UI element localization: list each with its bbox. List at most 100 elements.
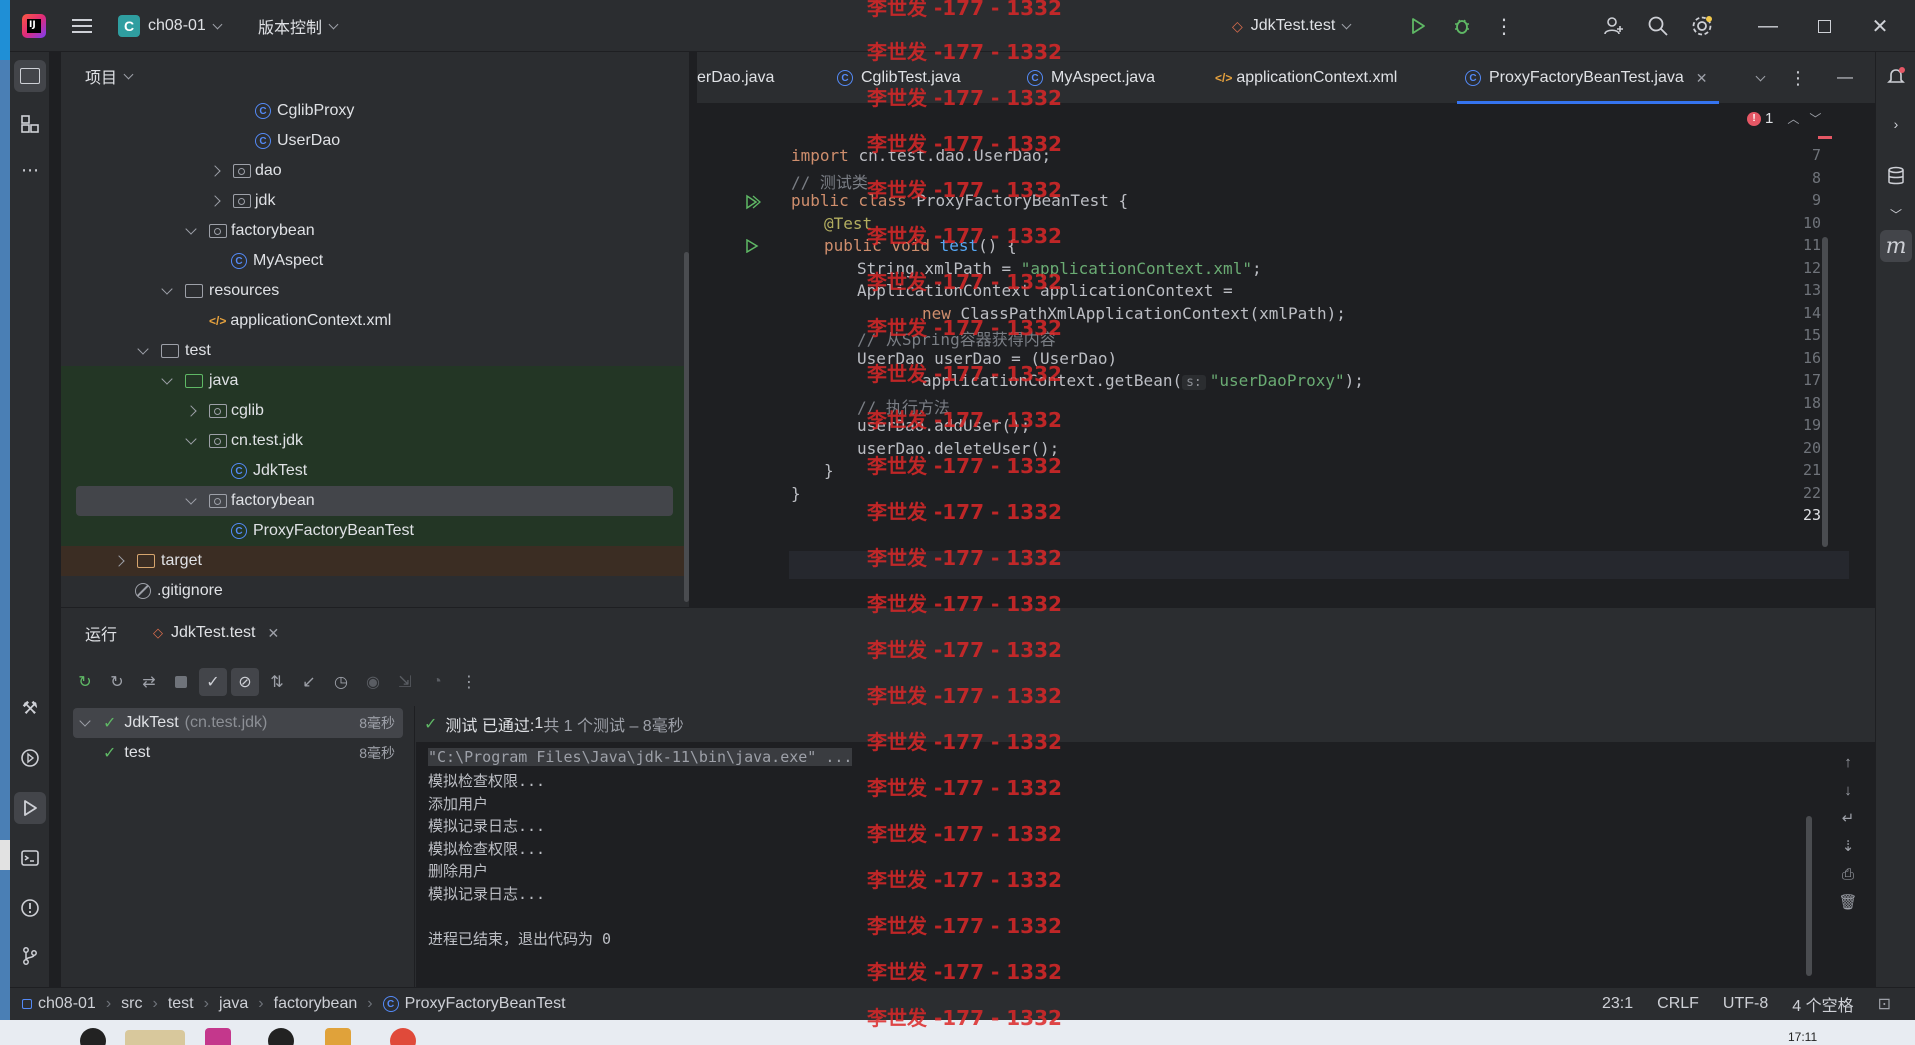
expand-right-button[interactable]: › — [1880, 108, 1912, 140]
show-ignored-button[interactable]: ⊘ — [231, 668, 259, 696]
code-line[interactable]: import cn.test.dao.UserDao; — [791, 146, 1051, 165]
more-tools-button[interactable]: ⋯ — [14, 154, 46, 186]
project-tool-button[interactable] — [14, 60, 46, 92]
close-tab-icon[interactable]: ✕ — [1696, 70, 1708, 87]
run-button[interactable] — [1402, 0, 1434, 52]
tree-item[interactable]: dao — [61, 156, 689, 186]
test-class-row[interactable]: ✓ JdkTest (cn.test.jdk) 8毫秒 — [73, 708, 403, 738]
taskbar-app-icon[interactable] — [205, 1028, 231, 1045]
coverage-button[interactable]: ◔ — [423, 668, 451, 696]
line-separator[interactable]: CRLF — [1657, 995, 1699, 1013]
code-line[interactable]: public void test() { — [824, 236, 1017, 255]
editor-scrollbar[interactable] — [1822, 237, 1828, 547]
console-scrollbar[interactable] — [1806, 816, 1812, 976]
tab-more-button[interactable]: ⋮ — [1789, 52, 1807, 104]
notifications-button[interactable] — [1880, 60, 1912, 92]
sort-button[interactable]: ⇅ — [263, 668, 291, 696]
tab-userdao[interactable]: erDao.java — [697, 52, 774, 104]
hide-editor-button[interactable]: — — [1837, 52, 1853, 104]
structure-tool-button[interactable] — [14, 108, 46, 140]
soft-wrap-button[interactable]: ↵ — [1836, 806, 1860, 830]
tab-cglibtest[interactable]: C CglibTest.java — [837, 52, 961, 104]
stop-button[interactable] — [167, 668, 195, 696]
chevron-down-icon[interactable] — [185, 493, 197, 505]
test-method-row[interactable]: ✓ test 8毫秒 — [73, 738, 403, 768]
taskbar-app-icon[interactable] — [80, 1028, 106, 1045]
more-actions-button[interactable]: ⋮ — [1488, 0, 1520, 52]
chevron-down-icon[interactable] — [185, 223, 197, 235]
run-tool-button[interactable] — [14, 792, 46, 824]
file-encoding[interactable]: UTF-8 — [1723, 995, 1768, 1013]
scroll-up-button[interactable]: ↑ — [1836, 750, 1860, 774]
cursor-position[interactable]: 23:1 — [1602, 995, 1633, 1013]
breadcrumb-item[interactable]: factorybean — [274, 995, 358, 1013]
indent-setting[interactable]: 4 个空格 — [1792, 992, 1853, 1016]
vcs-menu[interactable]: 版本控制 — [258, 0, 339, 52]
run-method-gutter-icon[interactable] — [745, 238, 759, 254]
project-switcher[interactable]: C ch08-01 — [118, 0, 223, 52]
chevron-right-icon[interactable] — [113, 555, 125, 567]
tree-item[interactable]: factorybean — [61, 216, 689, 246]
prev-error-icon[interactable]: ︿ — [1787, 110, 1799, 127]
services-tool-button[interactable] — [14, 742, 46, 774]
tree-item[interactable]: jdk — [61, 186, 689, 216]
error-stripe-mark[interactable] — [1818, 136, 1832, 139]
code-line[interactable]: } — [791, 484, 801, 503]
code-line[interactable]: userDao.deleteUser(); — [857, 439, 1059, 458]
tree-item[interactable]: resources — [61, 276, 689, 306]
settings-button[interactable] — [1686, 0, 1718, 52]
tree-item[interactable]: cglib — [61, 396, 689, 426]
tree-item[interactable]: test — [61, 336, 689, 366]
chevron-down-icon[interactable] — [79, 715, 91, 727]
code-line[interactable]: applicationContext.getBean(s: "userDaoPro… — [922, 371, 1364, 390]
code-line[interactable]: ApplicationContext applicationContext = — [857, 281, 1233, 300]
tree-item-selected[interactable]: factorybean — [61, 486, 689, 516]
taskbar-clock[interactable]: 17:11 — [1788, 1030, 1817, 1044]
tab-myaspect[interactable]: C MyAspect.java — [1027, 52, 1155, 104]
tree-item[interactable]: cn.test.jdk — [61, 426, 689, 456]
chevron-down-icon[interactable] — [185, 433, 197, 445]
chevron-down-icon[interactable] — [161, 283, 173, 295]
taskbar-app-icon[interactable] — [325, 1028, 351, 1045]
run-tab-jdktest[interactable]: ◇ JdkTest.test ✕ — [153, 624, 279, 642]
code-line[interactable]: new ClassPathXmlApplicationContext(xmlPa… — [922, 304, 1346, 323]
code-line[interactable]: // 执行方法 — [857, 394, 950, 418]
breadcrumb-item[interactable]: src — [121, 995, 142, 1013]
database-tool-button[interactable] — [1880, 160, 1912, 192]
tab-applicationcontext[interactable]: </> applicationContext.xml — [1215, 52, 1397, 104]
chevron-right-icon[interactable] — [209, 165, 221, 177]
tree-item[interactable]: C JdkTest — [61, 456, 689, 486]
minimize-button[interactable]: — — [1752, 0, 1784, 52]
tree-item[interactable]: C ProxyFactoryBeanTest — [61, 516, 689, 546]
run-class-gutter-icon[interactable] — [745, 194, 761, 210]
code-line[interactable]: @Test — [824, 214, 872, 233]
tree-item[interactable]: C UserDao — [61, 126, 689, 156]
code-with-me-button[interactable] — [1598, 0, 1630, 52]
breadcrumb-item[interactable]: ProxyFactoryBeanTest — [405, 995, 566, 1013]
code-line[interactable]: // 测试类 — [791, 169, 868, 193]
run-more-button[interactable]: ⋮ — [455, 668, 483, 696]
breadcrumb-item[interactable]: java — [219, 995, 248, 1013]
problems-tool-button[interactable] — [14, 892, 46, 924]
app-logo[interactable]: IJ — [22, 0, 46, 52]
project-panel-header[interactable]: 项目 — [61, 52, 689, 100]
maven-tool-button[interactable]: m — [1880, 230, 1912, 262]
taskbar-app-icon[interactable] — [390, 1028, 416, 1045]
main-menu-icon[interactable] — [72, 0, 92, 52]
project-scrollbar[interactable] — [684, 252, 689, 602]
clear-button[interactable]: 🗑 — [1836, 890, 1860, 914]
chevron-right-icon[interactable] — [185, 405, 197, 417]
scroll-to-end-button[interactable]: ⇣ — [1836, 834, 1860, 858]
screenshot-button[interactable]: ◉ — [359, 668, 387, 696]
next-error-icon[interactable]: ﹀ — [1809, 110, 1821, 127]
tree-item[interactable]: </> applicationContext.xml — [61, 306, 689, 336]
breadcrumb-item[interactable]: test — [168, 995, 194, 1013]
show-passed-button[interactable]: ✓ — [199, 668, 227, 696]
tree-item[interactable]: target — [61, 546, 689, 576]
taskbar-app-icon[interactable] — [125, 1030, 185, 1045]
import-tests-button[interactable]: ↙ — [295, 668, 323, 696]
export-button[interactable]: ⇲ — [391, 668, 419, 696]
collapse-button[interactable]: ﹀ — [1880, 198, 1912, 230]
console-output[interactable]: ✓ 测试 已通过: 1 共 1 个测试 – 8毫秒 "C:\Program Fi… — [416, 706, 1875, 988]
code-line[interactable]: UserDao userDao = (UserDao) — [857, 349, 1117, 368]
